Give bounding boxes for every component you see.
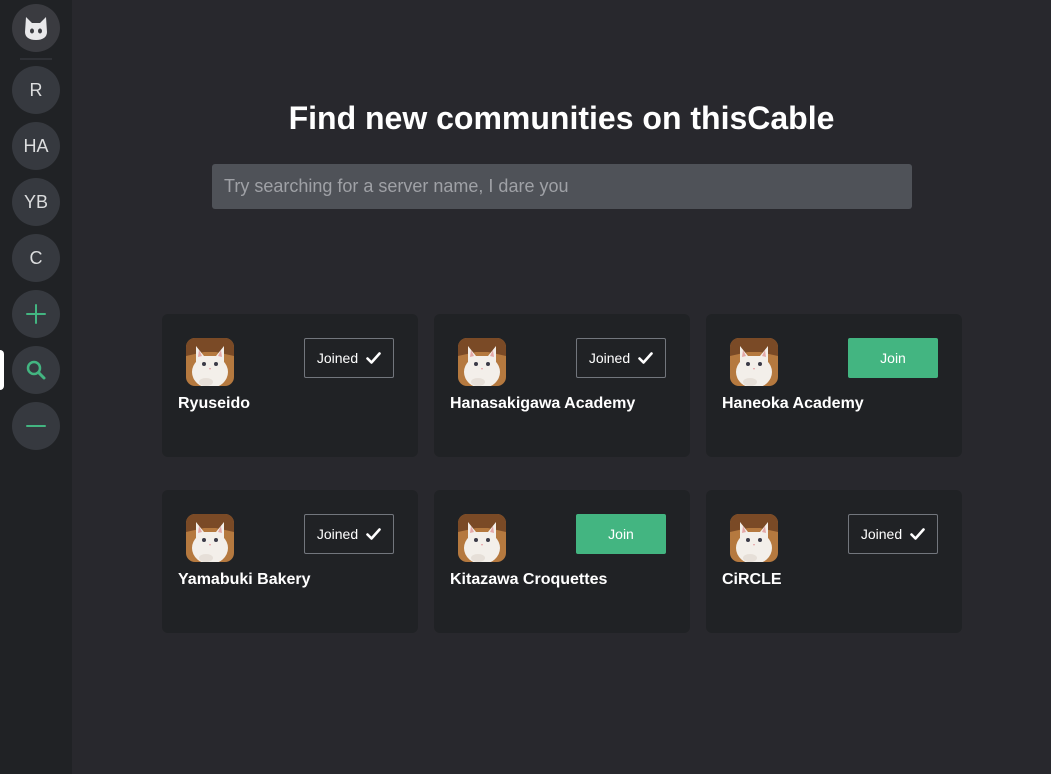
- join-button-label: Join: [880, 350, 906, 366]
- sidebar-separator: [20, 58, 52, 60]
- white-cat-avatar: [730, 338, 778, 386]
- white-cat-avatar: [458, 514, 506, 562]
- community-name: Ryuseido: [178, 395, 251, 412]
- community-name: CiRCLE: [722, 571, 782, 588]
- community-card: Join Kitazawa Croquettes: [434, 490, 690, 633]
- checkmark-icon: [366, 352, 381, 364]
- server-sidebar: R HA YB C: [0, 0, 72, 774]
- community-name: Kitazawa Croquettes: [450, 571, 608, 588]
- join-button[interactable]: Join: [848, 338, 938, 378]
- joined-button-label: Joined: [588, 350, 631, 366]
- checkmark-icon: [638, 352, 653, 364]
- joined-button[interactable]: Joined: [576, 338, 666, 378]
- white-cat-avatar: [458, 338, 506, 386]
- server-button-c[interactable]: C: [12, 234, 60, 282]
- search-icon: [26, 360, 46, 380]
- server-button-r[interactable]: R: [12, 66, 60, 114]
- plus-icon: [26, 304, 46, 324]
- community-name: Haneoka Academy: [722, 395, 864, 412]
- home-button[interactable]: [12, 4, 60, 52]
- active-indicator: [0, 350, 4, 390]
- explore-main: Find new communities on thisCable Try se…: [72, 0, 1051, 774]
- joined-button[interactable]: Joined: [848, 514, 938, 554]
- server-button-ha[interactable]: HA: [12, 122, 60, 170]
- joined-button-label: Joined: [316, 350, 359, 366]
- joined-button-label: Joined: [860, 526, 903, 542]
- server-button-yb[interactable]: YB: [12, 178, 60, 226]
- leave-server-button[interactable]: [12, 402, 60, 450]
- join-button[interactable]: Join: [576, 514, 666, 554]
- add-server-button[interactable]: [12, 290, 60, 338]
- white-cat-avatar: [730, 514, 778, 562]
- checkmark-icon: [910, 528, 925, 540]
- page-title: Find new communities on thisCable: [288, 100, 835, 136]
- community-card: Joined CiRCLE: [706, 490, 962, 633]
- explore-button[interactable]: [12, 346, 60, 394]
- community-card: Joined Hanasakigawa Academy: [434, 314, 690, 457]
- minus-icon: [26, 425, 46, 427]
- community-name: Yamabuki Bakery: [178, 571, 311, 588]
- checkmark-icon: [366, 528, 381, 540]
- community-name: Hanasakigawa Academy: [450, 395, 636, 412]
- community-card: Join Haneoka Academy: [706, 314, 962, 457]
- server-search-input[interactable]: [212, 164, 912, 209]
- joined-button[interactable]: Joined: [304, 338, 394, 378]
- white-cat-avatar: [186, 338, 234, 386]
- joined-button[interactable]: Joined: [304, 514, 394, 554]
- community-card: Joined Yamabuki Bakery: [162, 490, 418, 633]
- app-root: R HA YB C Find new communities on thisCa…: [0, 0, 1051, 774]
- cat-logo-icon: [25, 17, 47, 40]
- community-card: Joined Ryuseido: [162, 314, 418, 457]
- white-cat-avatar: [186, 514, 234, 562]
- joined-button-label: Joined: [316, 526, 359, 542]
- join-button-label: Join: [608, 526, 634, 542]
